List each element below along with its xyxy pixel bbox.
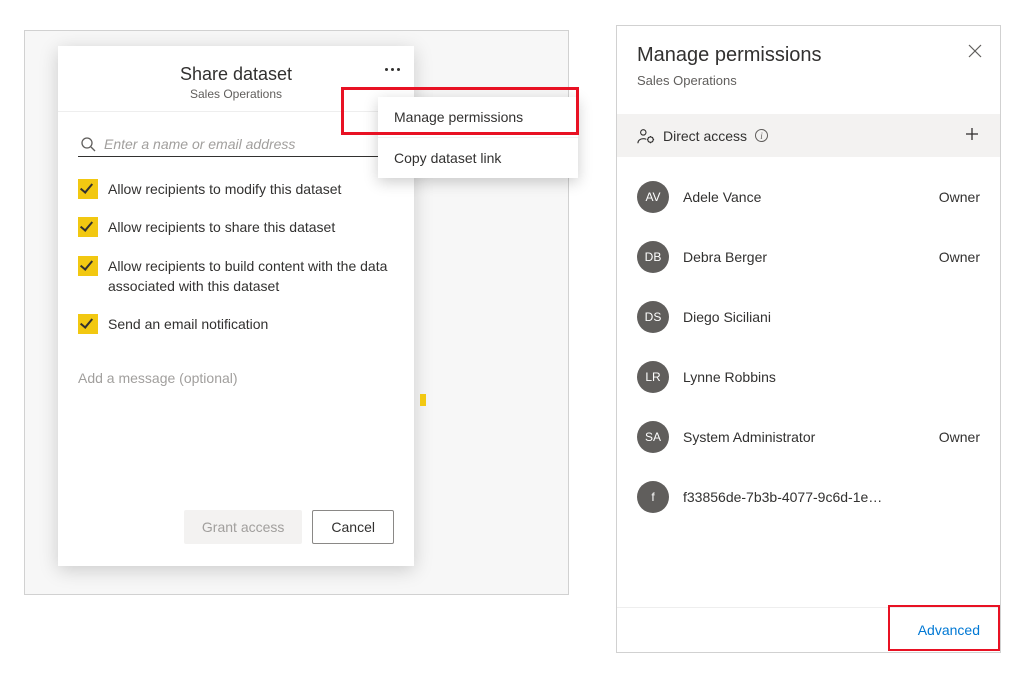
user-row[interactable]: f f33856de-7b3b-4077-9c6d-1e… <box>637 467 980 527</box>
perm-modify-label: Allow recipients to modify this dataset <box>108 179 341 199</box>
ellipsis-icon <box>385 68 388 71</box>
perm-modify-row[interactable]: Allow recipients to modify this dataset <box>78 179 394 199</box>
avatar: AV <box>637 181 669 213</box>
plus-icon <box>964 126 980 142</box>
menu-copy-dataset-link[interactable]: Copy dataset link <box>378 138 578 178</box>
manage-permissions-panel: Manage permissions Sales Operations Dire… <box>616 25 1001 653</box>
user-name: Diego Siciliani <box>683 309 980 325</box>
close-icon <box>968 44 982 58</box>
avatar: DB <box>637 241 669 273</box>
cursor-caret-icon <box>420 394 426 406</box>
panel-title: Manage permissions <box>637 44 980 67</box>
recipient-search-input[interactable] <box>104 136 392 152</box>
menu-manage-permissions[interactable]: Manage permissions <box>378 97 578 138</box>
share-actions: Grant access Cancel <box>184 510 394 544</box>
perm-build-label: Allow recipients to build content with t… <box>108 256 394 297</box>
user-role: Owner <box>939 189 980 205</box>
checkbox-checked-icon[interactable] <box>78 314 98 334</box>
user-row[interactable]: AV Adele Vance Owner <box>637 167 980 227</box>
direct-access-section-header: Direct access i <box>617 114 1000 157</box>
user-name: Adele Vance <box>683 189 939 205</box>
share-title: Share dataset <box>78 64 394 85</box>
avatar: SA <box>637 421 669 453</box>
avatar: LR <box>637 361 669 393</box>
search-icon <box>80 136 96 152</box>
checkbox-checked-icon[interactable] <box>78 256 98 276</box>
user-name: Debra Berger <box>683 249 939 265</box>
panel-subtitle: Sales Operations <box>637 73 980 88</box>
more-options-button[interactable] <box>385 68 400 71</box>
user-row[interactable]: SA System Administrator Owner <box>637 407 980 467</box>
more-options-menu: Manage permissions Copy dataset link <box>378 97 578 178</box>
cancel-button[interactable]: Cancel <box>312 510 394 544</box>
recipient-search-row[interactable] <box>78 130 394 157</box>
avatar: DS <box>637 301 669 333</box>
advanced-link[interactable]: Advanced <box>918 622 980 638</box>
info-icon[interactable]: i <box>755 129 768 142</box>
user-role: Owner <box>939 249 980 265</box>
user-role: Owner <box>939 429 980 445</box>
user-row[interactable]: DB Debra Berger Owner <box>637 227 980 287</box>
user-list: AV Adele Vance Owner DB Debra Berger Own… <box>617 157 1000 607</box>
user-name: f33856de-7b3b-4077-9c6d-1e… <box>683 489 980 505</box>
section-label: Direct access <box>663 128 747 144</box>
panel-footer: Advanced <box>617 607 1000 652</box>
checkbox-checked-icon[interactable] <box>78 179 98 199</box>
perm-share-row[interactable]: Allow recipients to share this dataset <box>78 217 394 237</box>
checkbox-checked-icon[interactable] <box>78 217 98 237</box>
share-dialog: Share dataset Sales Operations Allow rec… <box>58 46 414 566</box>
ellipsis-icon <box>397 68 400 71</box>
share-subtitle: Sales Operations <box>78 87 394 101</box>
perm-share-label: Allow recipients to share this dataset <box>108 217 335 237</box>
perm-build-row[interactable]: Allow recipients to build content with t… <box>78 256 394 297</box>
share-body: Allow recipients to modify this dataset … <box>58 112 414 406</box>
grant-access-button[interactable]: Grant access <box>184 510 302 544</box>
avatar: f <box>637 481 669 513</box>
perm-email-label: Send an email notification <box>108 314 268 334</box>
add-user-button[interactable] <box>964 126 980 145</box>
section-left: Direct access i <box>637 127 768 145</box>
user-row[interactable]: LR Lynne Robbins <box>637 347 980 407</box>
share-region: Share dataset Sales Operations Allow rec… <box>24 30 569 595</box>
perm-email-row[interactable]: Send an email notification <box>78 314 394 334</box>
message-input[interactable] <box>78 370 394 386</box>
user-row[interactable]: DS Diego Siciliani <box>637 287 980 347</box>
close-button[interactable] <box>968 44 982 61</box>
user-name: System Administrator <box>683 429 939 445</box>
share-header: Share dataset Sales Operations <box>58 46 414 112</box>
user-name: Lynne Robbins <box>683 369 980 385</box>
panel-header: Manage permissions Sales Operations <box>617 26 1000 98</box>
ellipsis-icon <box>391 68 394 71</box>
person-gear-icon <box>637 127 655 145</box>
